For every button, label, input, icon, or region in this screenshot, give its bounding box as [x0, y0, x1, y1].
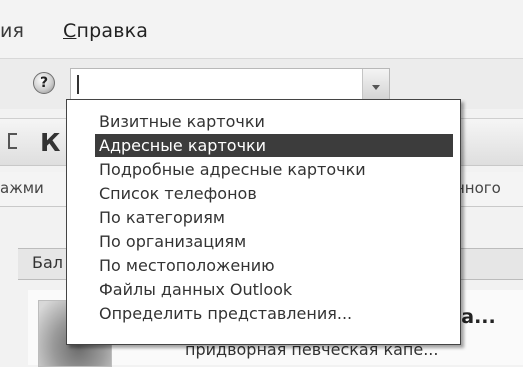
- view-dropdown-list: Визитные карточки Адресные карточки Подр…: [66, 99, 461, 345]
- hint-text-right: нного: [455, 179, 501, 197]
- hint-text-left: ажми: [0, 179, 44, 197]
- text-cursor: [77, 75, 79, 94]
- view-option-phone-list[interactable]: Список телефонов: [95, 182, 450, 205]
- menu-item-help[interactable]: Справка: [63, 20, 148, 42]
- contacts-icon: [8, 133, 17, 149]
- view-option-business-cards[interactable]: Визитные карточки: [95, 110, 450, 133]
- view-option-detailed-address-cards[interactable]: Подробные адресные карточки: [95, 158, 450, 181]
- menu-item-help-label: правка: [76, 20, 149, 42]
- view-option-by-location[interactable]: По местоположению: [95, 254, 450, 277]
- letter-tab-label[interactable]: Бал: [32, 253, 63, 272]
- menu-bar: ия Справка: [0, 0, 523, 58]
- combo-dropdown-button[interactable]: [362, 69, 389, 100]
- view-option-by-category[interactable]: По категориям: [95, 206, 450, 229]
- question-circle-icon[interactable]: ?: [33, 72, 55, 94]
- view-option-address-cards[interactable]: Адресные карточки: [95, 134, 453, 157]
- view-option-by-company[interactable]: По организациям: [95, 230, 450, 253]
- menu-item-view[interactable]: ия: [0, 20, 24, 42]
- view-option-outlook-data-files[interactable]: Файлы данных Outlook: [95, 278, 450, 301]
- pane-title: К: [40, 128, 61, 157]
- menu-item-help-mnemonic: С: [63, 20, 77, 42]
- current-view-combo[interactable]: [70, 68, 390, 101]
- chevron-down-icon: [372, 85, 380, 90]
- view-option-define-views[interactable]: Определить представления...: [95, 302, 450, 325]
